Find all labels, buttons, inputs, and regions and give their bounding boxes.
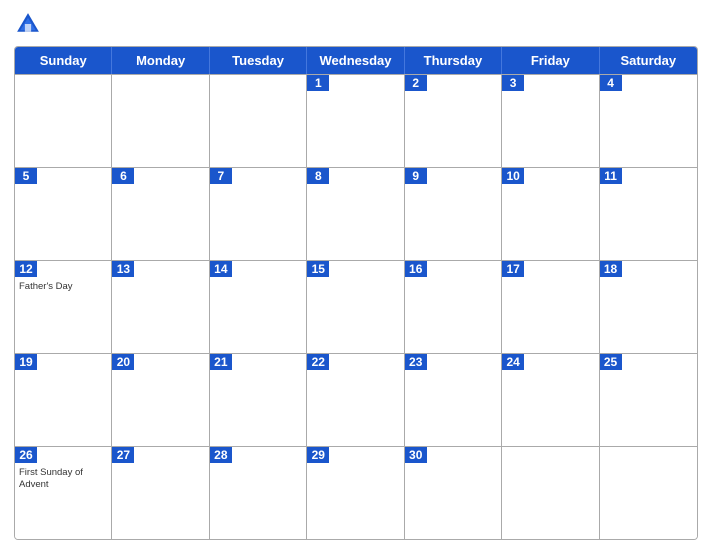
- calendar-week-1: 1 2 3 4: [15, 74, 697, 167]
- calendar-cell: 27: [112, 447, 209, 539]
- calendar-cell: 18: [600, 261, 697, 353]
- cell-date-number: 1: [307, 75, 329, 91]
- cell-date-number: [112, 75, 134, 77]
- calendar-cell: 6: [112, 168, 209, 260]
- calendar-cell: 21: [210, 354, 307, 446]
- calendar-cell: 14: [210, 261, 307, 353]
- cell-date-number: 3: [502, 75, 524, 91]
- calendar-cell: 30: [405, 447, 502, 539]
- cell-date-number: 14: [210, 261, 232, 277]
- cell-date-number: 17: [502, 261, 524, 277]
- calendar-cell: 2: [405, 75, 502, 167]
- cell-date-number: 25: [600, 354, 622, 370]
- cell-date-number: [502, 447, 524, 449]
- cell-date-number: 12: [15, 261, 37, 277]
- cell-date-number: 18: [600, 261, 622, 277]
- cell-date-number: 24: [502, 354, 524, 370]
- cell-date-number: 23: [405, 354, 427, 370]
- cell-date-number: 27: [112, 447, 134, 463]
- day-name-tuesday: Tuesday: [210, 47, 307, 74]
- day-name-thursday: Thursday: [405, 47, 502, 74]
- day-name-monday: Monday: [112, 47, 209, 74]
- cell-event-label: First Sunday of Advent: [19, 467, 107, 492]
- calendar-week-3: 12 Father's Day 13 14 15 16 17 18: [15, 260, 697, 353]
- calendar-cell: 11: [600, 168, 697, 260]
- calendar-cell: 15: [307, 261, 404, 353]
- cell-date-number: 7: [210, 168, 232, 184]
- cell-date-number: 20: [112, 354, 134, 370]
- cell-event-label: Father's Day: [19, 281, 107, 293]
- calendar-cell: 20: [112, 354, 209, 446]
- cell-date-number: 2: [405, 75, 427, 91]
- calendar-cell: [15, 75, 112, 167]
- cell-date-number: 5: [15, 168, 37, 184]
- day-name-saturday: Saturday: [600, 47, 697, 74]
- calendar-week-2: 5 6 7 8 9 10 11: [15, 167, 697, 260]
- cell-date-number: 10: [502, 168, 524, 184]
- calendar-cell: 10: [502, 168, 599, 260]
- calendar: SundayMondayTuesdayWednesdayThursdayFrid…: [14, 46, 698, 540]
- calendar-cell: 19: [15, 354, 112, 446]
- day-name-wednesday: Wednesday: [307, 47, 404, 74]
- calendar-cell: 22: [307, 354, 404, 446]
- calendar-cell: [210, 75, 307, 167]
- cell-date-number: 19: [15, 354, 37, 370]
- cell-date-number: 4: [600, 75, 622, 91]
- cell-date-number: 22: [307, 354, 329, 370]
- cell-date-number: 13: [112, 261, 134, 277]
- calendar-cell: 26 First Sunday of Advent: [15, 447, 112, 539]
- header: [14, 10, 698, 38]
- cell-date-number: [210, 75, 232, 77]
- cell-date-number: [600, 447, 622, 449]
- calendar-cell: 25: [600, 354, 697, 446]
- cell-date-number: 16: [405, 261, 427, 277]
- calendar-body: 123456789101112Father's Day1314151617181…: [15, 74, 697, 539]
- page: SundayMondayTuesdayWednesdayThursdayFrid…: [0, 0, 712, 550]
- calendar-cell: 5: [15, 168, 112, 260]
- calendar-cell: [502, 447, 599, 539]
- calendar-cell: 17: [502, 261, 599, 353]
- calendar-cell: 29: [307, 447, 404, 539]
- cell-date-number: 28: [210, 447, 232, 463]
- calendar-cell: 8: [307, 168, 404, 260]
- calendar-cell: 28: [210, 447, 307, 539]
- day-name-sunday: Sunday: [15, 47, 112, 74]
- calendar-cell: 3: [502, 75, 599, 167]
- calendar-cell: 13: [112, 261, 209, 353]
- cell-date-number: 6: [112, 168, 134, 184]
- calendar-week-5: 26 First Sunday of Advent 27 28 29 30: [15, 446, 697, 539]
- cell-date-number: 30: [405, 447, 427, 463]
- calendar-cell: 16: [405, 261, 502, 353]
- cell-date-number: 29: [307, 447, 329, 463]
- calendar-cell: 12 Father's Day: [15, 261, 112, 353]
- cell-date-number: [15, 75, 37, 77]
- cell-date-number: 11: [600, 168, 622, 184]
- cell-date-number: 26: [15, 447, 37, 463]
- calendar-cell: 23: [405, 354, 502, 446]
- calendar-week-4: 19 20 21 22 23 24 25: [15, 353, 697, 446]
- cell-date-number: 21: [210, 354, 232, 370]
- calendar-cell: [600, 447, 697, 539]
- cell-date-number: 8: [307, 168, 329, 184]
- logo-icon: [14, 10, 42, 38]
- calendar-cell: [112, 75, 209, 167]
- day-name-friday: Friday: [502, 47, 599, 74]
- logo: [14, 10, 46, 38]
- cell-date-number: 9: [405, 168, 427, 184]
- cell-date-number: 15: [307, 261, 329, 277]
- calendar-cell: 7: [210, 168, 307, 260]
- calendar-cell: 24: [502, 354, 599, 446]
- calendar-cell: 9: [405, 168, 502, 260]
- calendar-cell: 4: [600, 75, 697, 167]
- calendar-day-names: SundayMondayTuesdayWednesdayThursdayFrid…: [15, 47, 697, 74]
- calendar-cell: 1: [307, 75, 404, 167]
